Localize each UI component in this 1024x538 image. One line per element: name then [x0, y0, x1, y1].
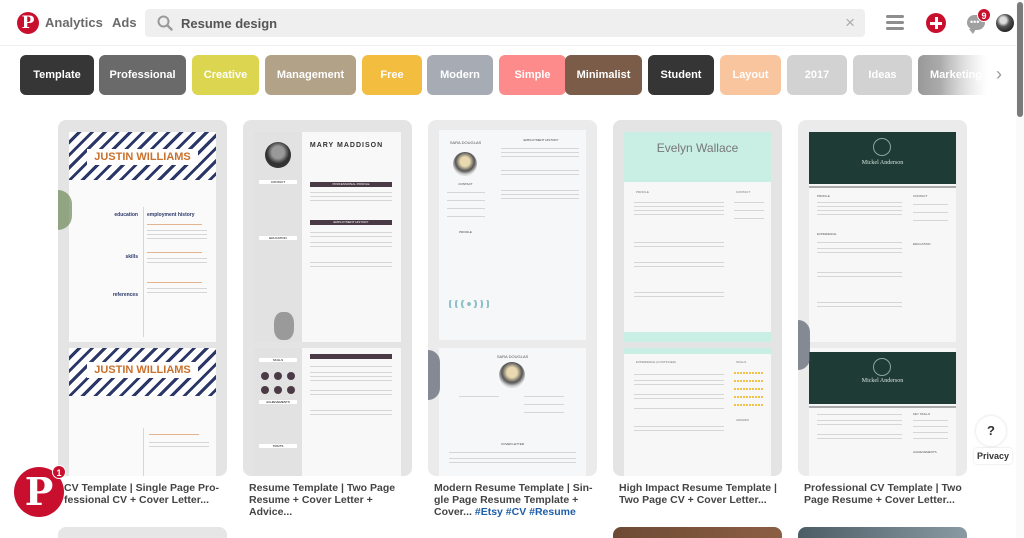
pin-title[interactable]: Modern Resume Template | Sin-gle Page Re… — [428, 482, 597, 518]
menu-icon[interactable] — [886, 15, 904, 30]
resume-page: Evelyn Wallace PROFILE CONTACT — [624, 132, 771, 342]
search-icon — [157, 15, 173, 31]
pin-image[interactable]: Mickel Anderson PROFILE CONTACT EXPERIEN… — [798, 120, 967, 476]
resume-section: COVER LETTER — [500, 442, 524, 446]
privacy-button[interactable]: Privacy — [974, 448, 1012, 464]
resume-section: references — [112, 292, 138, 298]
chip-management[interactable]: Management — [265, 55, 356, 95]
pin-hashtags[interactable]: #Etsy #CV #Resume — [475, 506, 576, 518]
clear-search-icon[interactable]: × — [845, 13, 855, 33]
resume-section: PROFILE — [459, 230, 472, 234]
resume-name: Evelyn Wallace — [656, 141, 739, 155]
resume-page: JUSTIN WILLIAMS — [69, 348, 216, 476]
resume-section: CONTACT — [259, 180, 297, 184]
resume-section: EMPLOYMENT HISTORY — [310, 220, 392, 225]
scrollbar-thumb[interactable] — [1017, 2, 1023, 117]
resume-page: Mickel Anderson KEY SKILLS ACHIEVEMENTS — [809, 348, 956, 476]
resume-page: Mickel Anderson PROFILE CONTACT EXPERIEN… — [809, 132, 956, 342]
resume-name: MARY MADDISON — [309, 142, 384, 149]
notification-badge: 9 — [977, 8, 991, 22]
resume-page: JUSTIN WILLIAMS education employment his… — [69, 132, 216, 342]
pin-card-partial[interactable] — [58, 527, 227, 538]
resume-section: SKILLS — [259, 358, 297, 362]
resume-section: employment history — [147, 212, 195, 218]
resume-page: EXPERIENCE (CONTINUED) SKILLS AWARDS — [624, 348, 771, 476]
resume-section: PROFILE — [817, 194, 830, 198]
pin-card-partial[interactable] — [798, 527, 967, 538]
pin-image[interactable]: SARA DOUGLAS EMPLOYMENT HISTORY CONTACT … — [428, 120, 597, 476]
resume-section: EXPERIENCE (CONTINUED) — [636, 360, 677, 364]
chevron-right-icon[interactable]: › — [996, 64, 1002, 85]
guided-search-chips: Template Professional Creative Managemen… — [20, 55, 1010, 95]
chip-creative[interactable]: Creative — [192, 55, 259, 95]
leaf-decoration — [798, 320, 810, 370]
resume-section: EDUCATION — [259, 236, 297, 240]
resume-section: SKILLS — [736, 360, 747, 364]
chip-layout[interactable]: Layout — [720, 55, 781, 95]
pin-card[interactable]: MARY MADDISON PROFESSIONAL PROFILE EMPLO… — [243, 120, 412, 518]
chip-2017[interactable]: 2017 — [787, 55, 847, 95]
resume-page: SARA DOUGLAS COVER LETTER — [439, 348, 586, 476]
resume-name: JUSTIN WILLIAMS — [94, 151, 191, 163]
chip-student[interactable]: Student — [648, 55, 714, 95]
resume-section: ACHIEVEMENTS — [259, 400, 297, 404]
resume-section: KEY SKILLS — [913, 412, 930, 416]
resume-section: ACHIEVEMENTS — [913, 450, 937, 454]
resume-section: CONTACT — [458, 182, 473, 186]
pin-card[interactable]: Mickel Anderson PROFILE CONTACT EXPERIEN… — [798, 120, 967, 506]
search-bar: × — [145, 9, 865, 37]
resume-page: MARY MADDISON PROFESSIONAL PROFILE EMPLO… — [254, 132, 401, 342]
chip-free[interactable]: Free — [362, 55, 422, 95]
pin-card[interactable]: SARA DOUGLAS EMPLOYMENT HISTORY CONTACT … — [428, 120, 597, 518]
resume-name: SARA DOUGLAS — [449, 140, 482, 145]
pinterest-logo-icon[interactable]: P — [17, 12, 39, 34]
resume-name: JUSTIN WILLIAMS — [94, 364, 191, 376]
resume-section: EMPLOYMENT HISTORY — [523, 138, 559, 142]
resume-section: PROFESSIONAL PROFILE — [310, 182, 392, 187]
resume-section: AWARDS — [736, 418, 749, 422]
top-nav-bar: P Analytics Ads × ••• 9 — [0, 0, 1016, 46]
scrollbar[interactable] — [1016, 0, 1024, 538]
resume-section: CONTACT — [736, 190, 751, 194]
resume-section: EXPERIENCE — [817, 232, 837, 236]
chip-professional[interactable]: Professional — [99, 55, 186, 95]
chip-modern[interactable]: Modern — [427, 55, 493, 95]
resume-section: PROFILE — [636, 190, 649, 194]
chip-ideas[interactable]: Ideas — [853, 55, 912, 95]
resume-section: CONTACT — [913, 194, 928, 198]
search-input[interactable] — [181, 9, 821, 37]
resume-name: Mickel Anderson — [861, 378, 904, 384]
chip-simple[interactable]: Simple — [499, 55, 566, 95]
pin-title[interactable]: High Impact Resume Template | Two Page C… — [613, 482, 782, 506]
resume-section: skills — [125, 254, 138, 260]
pin-card[interactable]: Evelyn Wallace PROFILE CONTACT EXPERIENC… — [613, 120, 782, 506]
nav-ads-link[interactable]: Ads — [112, 15, 137, 30]
resume-page: SARA DOUGLAS EMPLOYMENT HISTORY CONTACT … — [439, 130, 586, 340]
resume-name: Mickel Anderson — [861, 160, 904, 166]
chip-template[interactable]: Template — [20, 55, 94, 95]
resume-section: education — [114, 212, 138, 218]
chips-fade-overlay — [940, 55, 995, 95]
pin-title[interactable]: CV Template | Single Page Pro-fessional … — [58, 482, 227, 506]
user-avatar[interactable] — [996, 14, 1014, 32]
pin-title[interactable]: Resume Template | Two Page Resume + Cove… — [243, 482, 412, 518]
floating-badge: 1 — [52, 465, 66, 479]
pin-card-partial[interactable] — [613, 527, 782, 538]
resume-section: TRAITS — [259, 444, 297, 448]
resume-section: EDUCATION — [913, 242, 931, 246]
leaf-decoration — [428, 350, 440, 400]
add-pin-icon[interactable] — [926, 13, 946, 33]
pin-title[interactable]: Professional CV Template | Two Page Resu… — [798, 482, 967, 506]
pin-card[interactable]: JUSTIN WILLIAMS education employment his… — [58, 120, 227, 506]
resume-name: SARA DOUGLAS — [496, 354, 529, 359]
help-button[interactable]: ? — [976, 416, 1006, 446]
pin-image[interactable]: JUSTIN WILLIAMS education employment his… — [58, 120, 227, 476]
resume-page: SKILLS ACHIEVEMENTS TRAITS — [254, 348, 401, 476]
chip-minimalist[interactable]: Minimalist — [565, 55, 642, 95]
nav-analytics-link[interactable]: Analytics — [45, 15, 103, 30]
pin-image[interactable]: MARY MADDISON PROFESSIONAL PROFILE EMPLO… — [243, 120, 412, 476]
pin-image[interactable]: Evelyn Wallace PROFILE CONTACT EXPERIENC… — [613, 120, 782, 476]
